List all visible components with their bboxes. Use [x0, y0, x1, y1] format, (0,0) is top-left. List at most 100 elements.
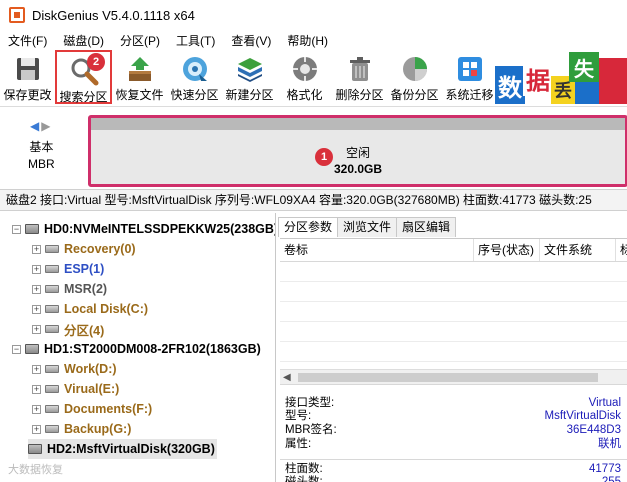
expand-icon[interactable]: + [32, 304, 41, 314]
tree-partition-esp[interactable]: + ESP(1) [32, 259, 104, 279]
quick-partition-button[interactable]: 快速分区 [167, 50, 222, 104]
col-file-system[interactable]: 文件系统 [540, 239, 616, 261]
expand-icon[interactable]: + [32, 364, 41, 374]
expand-icon[interactable]: + [32, 264, 41, 274]
tree-label: MSR(2) [64, 282, 108, 296]
hard-disk-icon [25, 344, 39, 354]
tree-label: Documents(F:) [64, 402, 153, 416]
window-title: DiskGenius V5.4.0.1118 x64 [32, 7, 195, 23]
collapse-icon[interactable]: − [12, 344, 21, 354]
prop-heads: 磁头数: 255 [285, 475, 621, 482]
new-partition-button[interactable]: 新建分区 [222, 50, 277, 104]
save-changes-button[interactable]: 保存更改 [0, 50, 55, 104]
tab-sector-editor[interactable]: 扇区编辑 [396, 217, 457, 237]
quick-partition-label: 快速分区 [170, 88, 219, 102]
backup-pie-icon [400, 54, 430, 84]
tree-label: HD1:ST2000DM008-2FR102(1863GB) [44, 342, 261, 356]
prop-attribute: 属性: 联机 [285, 437, 621, 451]
expand-icon[interactable]: + [32, 284, 41, 294]
menu-tools[interactable]: 工具(T) [168, 32, 223, 49]
partition-icon [45, 385, 59, 393]
partition-icon [45, 325, 59, 333]
save-disk-icon [13, 54, 43, 84]
ad-blue-tile [575, 82, 599, 104]
next-disk-icon[interactable]: ▶ [41, 119, 50, 133]
menu-file[interactable]: 文件(F) [0, 32, 55, 49]
prop-value: 联机 [598, 438, 621, 450]
expand-icon[interactable]: + [32, 384, 41, 394]
partition-icon [45, 405, 59, 413]
delete-partition-label: 删除分区 [335, 88, 384, 102]
partition-icon [45, 365, 59, 373]
prop-model: 型号: MsftVirtualDisk [285, 409, 621, 423]
tab-partition-params[interactable]: 分区参数 [278, 217, 339, 237]
expand-icon[interactable]: + [32, 324, 41, 334]
promo-banner[interactable]: 数 据 丢 失 [495, 52, 627, 104]
col-flag[interactable]: 标 [616, 239, 627, 261]
tree-partition-recovery[interactable]: + Recovery(0) [32, 239, 136, 259]
tree-partition-local-disk-c[interactable]: + Local Disk(C:) [32, 299, 148, 319]
partition-icon [45, 425, 59, 433]
expand-icon[interactable]: + [32, 244, 41, 254]
menu-help[interactable]: 帮助(H) [279, 32, 336, 49]
partition-table-body [280, 262, 627, 372]
quick-partition-disc-icon [180, 54, 210, 84]
disk-nav-arrows[interactable]: ◀ ▶ [30, 119, 50, 133]
horizontal-scrollbar[interactable]: ◀ [280, 369, 627, 384]
tree-label: Virual(E:) [64, 382, 120, 396]
tree-label: Backup(G:) [64, 422, 132, 436]
prop-key: 磁头数: [285, 476, 323, 482]
ad-char-1: 数 [495, 66, 525, 104]
scroll-left-icon[interactable]: ◀ [283, 370, 291, 385]
disk-type-mbr: MBR [28, 157, 55, 171]
tree-partition-msr[interactable]: + MSR(2) [32, 279, 107, 299]
tree-partition-documents-f[interactable]: + Documents(F:) [32, 399, 152, 419]
tree-disk-hd2[interactable]: HD2:MsftVirtualDisk(320GB) [28, 439, 217, 459]
format-button[interactable]: 格式化 [277, 50, 332, 104]
tab-browse-files[interactable]: 浏览文件 [337, 217, 398, 237]
prop-key: 接口类型: [285, 397, 335, 409]
tree-partition-work-d[interactable]: + Work(D:) [32, 359, 117, 379]
disk-type-basic: 基本 [29, 140, 54, 154]
search-partition-button[interactable]: 搜索分区 2 [55, 50, 112, 104]
expand-icon[interactable]: + [32, 404, 41, 414]
collapse-icon[interactable]: − [12, 224, 21, 234]
tree-disk-hd1[interactable]: − HD1:ST2000DM008-2FR102(1863GB) [12, 339, 261, 359]
free-space-partition-block[interactable]: 空闲 320.0GB 1 [88, 115, 627, 187]
menu-view[interactable]: 查看(V) [223, 32, 279, 49]
partition-icon [45, 245, 59, 253]
tree-label: Local Disk(C:) [64, 302, 149, 316]
col-index-status[interactable]: 序号(状态) [474, 239, 540, 261]
recover-files-button[interactable]: 恢复文件 [112, 50, 167, 104]
disk-type-label: 基本 MBR [28, 139, 55, 173]
prev-disk-icon[interactable]: ◀ [30, 119, 39, 133]
backup-partition-label: 备份分区 [390, 88, 439, 102]
disk-tree-panel: − HD0:NVMeINTELSSDPEKKW25(238GB) + Recov… [0, 213, 276, 482]
tree-partition-virual-e[interactable]: + Virual(E:) [32, 379, 119, 399]
tree-disk-hd0[interactable]: − HD0:NVMeINTELSSDPEKKW25(238GB) [12, 219, 275, 239]
step-badge-1: 1 [315, 148, 333, 166]
prop-mbr-signature: MBR签名: 36E448D3 [285, 423, 621, 437]
tree-partition-backup-g[interactable]: + Backup(G:) [32, 419, 131, 439]
backup-partition-button[interactable]: 备份分区 [387, 50, 442, 104]
prop-divider [280, 459, 627, 460]
menu-disk[interactable]: 磁盘(D) [55, 32, 112, 49]
prop-value: 255 [601, 476, 621, 482]
prop-value: 41773 [589, 463, 621, 475]
prop-value: MsftVirtualDisk [544, 410, 621, 422]
menu-bar: 文件(F) 磁盘(D) 分区(P) 工具(T) 查看(V) 帮助(H) [0, 30, 627, 50]
watermark-text: 大数据恢复 [8, 464, 63, 476]
col-volume-label[interactable]: 卷标 [280, 239, 474, 261]
tree-partition-4[interactable]: + 分区(4) [32, 319, 104, 339]
hard-disk-icon [25, 224, 39, 234]
delete-trash-icon [345, 54, 375, 84]
system-migration-button[interactable]: 系统迁移 [442, 50, 497, 104]
scroll-thumb[interactable] [298, 373, 598, 382]
delete-partition-button[interactable]: 删除分区 [332, 50, 387, 104]
menu-partition[interactable]: 分区(P) [112, 32, 168, 49]
tree-label: Recovery(0) [64, 242, 136, 256]
partition-table-header: 卷标 序号(状态) 文件系统 标 [280, 238, 627, 262]
prop-value: Virtual [588, 397, 621, 409]
expand-icon[interactable]: + [32, 424, 41, 434]
prop-value: 36E448D3 [566, 424, 621, 436]
